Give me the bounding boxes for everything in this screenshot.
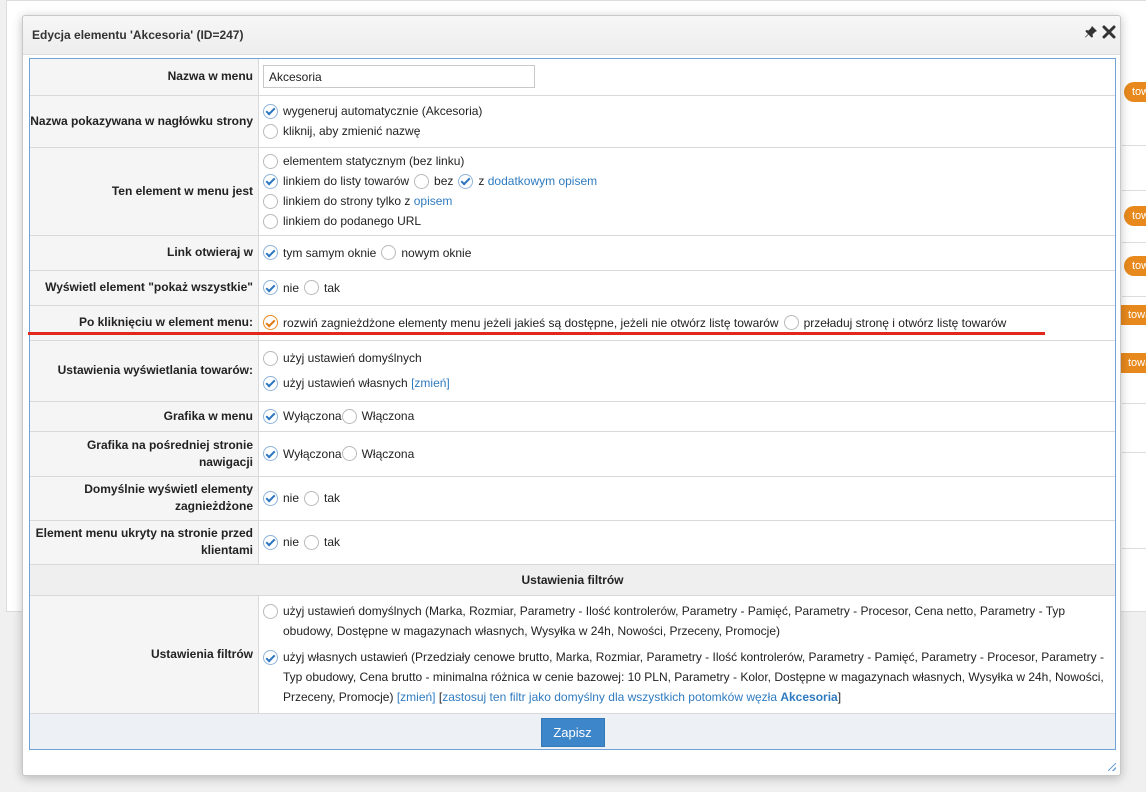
radio-unchecked[interactable]	[263, 193, 278, 209]
row-link-open: Link otwieraj w tym samym oknie nowym ok…	[30, 235, 1115, 271]
change-display-settings-link[interactable]: [zmień]	[411, 373, 450, 393]
row-filters-section: Ustawienia filtrów	[30, 564, 1115, 596]
filters-custom-option: użyj własnych ustawień (Przedziały cenow…	[283, 650, 1104, 704]
radio-unchecked[interactable]	[263, 123, 278, 139]
radio-unchecked[interactable]	[263, 153, 278, 169]
background-divider	[1122, 190, 1146, 191]
highlight-underline	[28, 332, 1045, 335]
background-tag: tow	[1124, 256, 1146, 276]
additional-description-link[interactable]: dodatkowym opisem	[488, 171, 597, 191]
element-type-product-list-option[interactable]: linkiem do listy towarów bez z dodatkowy…	[263, 171, 1115, 191]
radio-unchecked[interactable]	[263, 350, 278, 366]
apply-filter-default-link[interactable]: zastosuj ten filtr jako domyślny dla wsz…	[442, 690, 838, 704]
element-type-static-option[interactable]: elementem statycznym (bez linku)	[263, 151, 1115, 171]
radio-checked[interactable]	[263, 534, 278, 550]
show-all-label: Wyświetl element "pokaż wszystkie"	[30, 270, 259, 306]
dialog-title: Edycja elementu 'Akcesoria' (ID=247)	[32, 28, 244, 42]
radio-checked[interactable]	[263, 650, 278, 665]
dialog-titlebar[interactable]: Edycja elementu 'Akcesoria' (ID=247)	[23, 16, 1120, 55]
filters-section-heading: Ustawienia filtrów	[30, 564, 1115, 596]
row-show-nested: Domyślnie wyświetl elementy zagnieżdżone…	[30, 476, 1115, 521]
element-type-page-option[interactable]: linkiem do strony tylko z opisem	[263, 191, 1115, 211]
row-product-display: Ustawienia wyświetlania towarów: użyj us…	[30, 340, 1115, 402]
settings-table: Nazwa w menu Nazwa pokazywana w nagłówku…	[30, 59, 1115, 749]
hidden-label: Element menu ukryty na stronie przed kli…	[30, 520, 259, 565]
pin-icon[interactable]	[1084, 25, 1098, 39]
row-intermediate-graphic: Grafika na pośredniej stronie nawigacji …	[30, 431, 1115, 477]
radio-checked[interactable]	[458, 173, 474, 189]
radio-checked[interactable]	[263, 280, 278, 295]
change-filters-link[interactable]: [zmień]	[397, 690, 436, 704]
background-divider	[1122, 403, 1146, 404]
radio-unchecked[interactable]	[414, 173, 430, 189]
radio-checked[interactable]	[263, 446, 278, 461]
background-divider	[1122, 242, 1146, 243]
row-hidden: Element menu ukryty na stronie przed kli…	[30, 520, 1115, 565]
element-type-label: Ten element w menu jest	[30, 147, 259, 236]
header-name-auto-option[interactable]: wygeneruj automatycznie (Akcesoria)	[263, 101, 1115, 121]
element-type-url-option[interactable]: linkiem do podanego URL	[263, 211, 1115, 231]
row-filters: Ustawienia filtrów użyj ustawień domyśln…	[30, 595, 1115, 714]
radio-unchecked[interactable]	[304, 490, 320, 506]
intermediate-graphic-label: Grafika na pośredniej stronie nawigacji	[30, 431, 259, 477]
show-nested-label: Domyślnie wyświetl elementy zagnieżdżone	[30, 476, 259, 521]
radio-unchecked[interactable]	[263, 604, 278, 619]
background-divider	[1122, 145, 1146, 146]
background-tag: tow	[1124, 82, 1146, 102]
radio-checked[interactable]	[263, 375, 278, 391]
background-divider	[1122, 548, 1146, 549]
row-show-all: Wyświetl element "pokaż wszystkie" nie t…	[30, 270, 1115, 306]
filters-default-option: użyj ustawień domyślnych (Marka, Rozmiar…	[283, 604, 1066, 638]
radio-unchecked[interactable]	[341, 408, 357, 424]
background-divider	[1122, 452, 1146, 453]
close-icon[interactable]	[1102, 25, 1116, 39]
header-name-custom-option[interactable]: kliknij, aby zmienić nazwę	[263, 121, 1115, 141]
filters-label: Ustawienia filtrów	[30, 595, 259, 714]
radio-checked[interactable]	[263, 173, 278, 189]
radio-checked[interactable]	[263, 408, 278, 424]
edit-dialog: Edycja elementu 'Akcesoria' (ID=247) Naz…	[22, 15, 1121, 776]
row-menu-name: Nazwa w menu	[30, 59, 1115, 96]
row-header-name: Nazwa pokazywana w nagłówku strony wygen…	[30, 95, 1115, 148]
radio-unchecked[interactable]	[381, 245, 397, 260]
product-display-label: Ustawienia wyświetlania towarów:	[30, 340, 259, 402]
menu-name-input[interactable]	[263, 65, 535, 89]
radio-unchecked[interactable]	[341, 446, 357, 461]
menu-graphic-label: Grafika w menu	[30, 401, 259, 432]
row-footer: Zapisz	[30, 713, 1115, 749]
radio-unchecked[interactable]	[783, 315, 799, 330]
row-element-type: Ten element w menu jest elementem statyc…	[30, 147, 1115, 236]
radio-checked[interactable]	[263, 490, 278, 506]
menu-name-label: Nazwa w menu	[30, 59, 259, 96]
background-tag: towa	[1120, 353, 1146, 373]
radio-unchecked[interactable]	[263, 213, 278, 229]
background-divider	[1122, 296, 1146, 297]
radio-checked[interactable]	[263, 245, 278, 260]
row-menu-graphic: Grafika w menu Wyłączona Włączona	[30, 401, 1115, 432]
radio-checked[interactable]	[263, 103, 278, 119]
radio-checked[interactable]	[263, 315, 278, 330]
description-link[interactable]: opisem	[414, 191, 453, 211]
resize-handle[interactable]	[1108, 763, 1116, 771]
save-button[interactable]: Zapisz	[540, 718, 605, 747]
form-panel: Nazwa w menu Nazwa pokazywana w nagłówku…	[29, 58, 1116, 750]
radio-unchecked[interactable]	[304, 280, 320, 295]
radio-unchecked[interactable]	[304, 534, 320, 550]
header-name-label: Nazwa pokazywana w nagłówku strony	[30, 95, 259, 148]
link-open-label: Link otwieraj w	[30, 235, 259, 271]
background-tag: tow	[1124, 206, 1146, 226]
background-tag: towa	[1120, 305, 1146, 325]
